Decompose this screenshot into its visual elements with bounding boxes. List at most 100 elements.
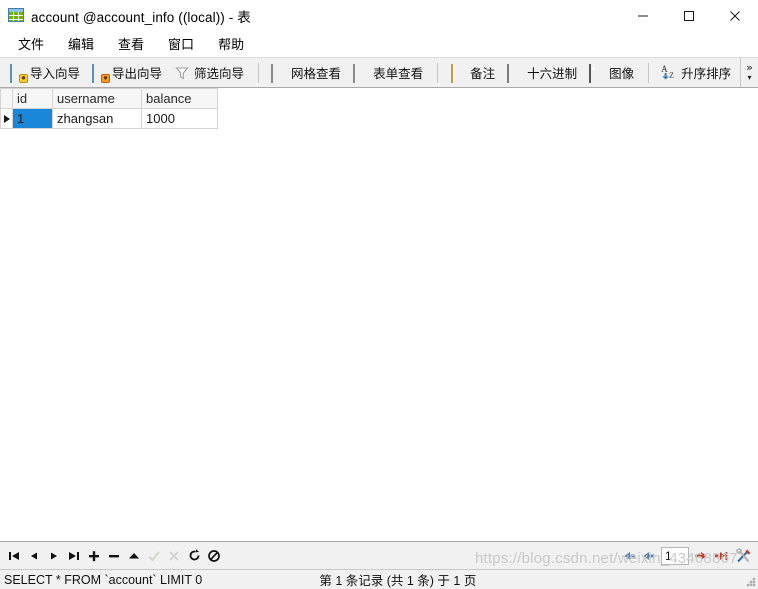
last-record-button[interactable] xyxy=(64,545,84,567)
page-navigation xyxy=(619,542,754,570)
image-icon xyxy=(589,63,605,83)
image-button[interactable]: 图像 xyxy=(584,61,639,85)
grid-corner-header xyxy=(0,88,13,109)
import-wizard-button[interactable]: ● 导入向导 xyxy=(5,61,85,85)
export-wizard-button[interactable]: ● 导出向导 xyxy=(87,61,167,85)
toolbar-separator-2 xyxy=(437,62,439,83)
delete-record-button[interactable] xyxy=(104,545,124,567)
toolbar-overflow-button[interactable]: » ▾ xyxy=(740,58,758,87)
cell-username[interactable]: zhangsan xyxy=(52,108,142,129)
row-indicator-cell xyxy=(0,108,13,129)
image-label: 图像 xyxy=(609,67,635,81)
previous-page-icon xyxy=(641,549,657,563)
maximize-button[interactable] xyxy=(666,0,712,31)
window-controls xyxy=(620,0,758,31)
menu-item-file[interactable]: 文件 xyxy=(6,31,56,56)
grid-view-icon xyxy=(271,63,287,83)
form-view-button[interactable]: 表单查看 xyxy=(348,61,428,85)
menu-bar: 文件 编辑 查看 窗口 帮助 xyxy=(0,31,758,57)
check-icon xyxy=(147,549,161,563)
first-page-button[interactable] xyxy=(619,545,639,567)
window-title: account @account_info ((local)) - 表 xyxy=(31,9,251,25)
refresh-icon xyxy=(187,548,202,563)
triangle-up-icon xyxy=(127,549,141,563)
menu-item-help[interactable]: 帮助 xyxy=(206,31,256,56)
import-wizard-label: 导入向导 xyxy=(30,67,81,81)
confirm-button[interactable] xyxy=(144,545,164,567)
toolbar-separator-3 xyxy=(648,62,650,83)
query-status-text: SELECT * FROM `account` LIMIT 0 xyxy=(4,572,203,587)
close-button[interactable] xyxy=(712,0,758,31)
last-record-icon xyxy=(67,549,81,563)
grid-view-button[interactable]: 网格查看 xyxy=(266,61,346,85)
import-wizard-icon: ● xyxy=(10,63,28,83)
filter-wizard-label: 筛选向导 xyxy=(194,67,245,81)
apply-change-button[interactable] xyxy=(124,545,144,567)
grid-body: 1 zhangsan 1000 xyxy=(0,108,218,129)
stop-button[interactable] xyxy=(204,545,224,567)
record-count-text: 第 1 条记录 (共 1 条) 于 1 页 xyxy=(319,574,477,588)
column-header-id[interactable]: id xyxy=(12,88,53,109)
plus-icon xyxy=(87,549,101,563)
column-header-balance[interactable]: balance xyxy=(141,88,218,109)
menu-item-view[interactable]: 查看 xyxy=(106,31,156,56)
grid-header: id username balance xyxy=(0,88,218,109)
nav-main-window: account @account_info ((local)) - 表 文件 编… xyxy=(0,0,758,589)
data-grid-area[interactable]: id username balance 1 zhangsan 1000 xyxy=(0,88,758,541)
resize-grip[interactable] xyxy=(746,577,756,587)
grid-header-row: id username balance xyxy=(0,88,218,109)
table-row[interactable]: 1 zhangsan 1000 xyxy=(0,108,218,129)
memo-icon xyxy=(450,63,466,83)
hex-button[interactable]: 十六进制 xyxy=(502,61,582,85)
export-wizard-icon: ● xyxy=(92,63,111,83)
sort-ascending-label: 升序排序 xyxy=(681,67,732,81)
sort-ascending-button[interactable]: AZ 升序排序 xyxy=(656,61,736,85)
menu-item-window[interactable]: 窗口 xyxy=(156,31,206,56)
filter-wizard-icon xyxy=(174,65,190,81)
stop-icon xyxy=(207,549,221,563)
status-bar: SELECT * FROM `account` LIMIT 0 第 1 条记录 … xyxy=(0,569,758,589)
row-indicator-icon xyxy=(4,114,10,123)
column-header-username[interactable]: username xyxy=(52,88,142,109)
next-page-button[interactable] xyxy=(691,545,711,567)
last-page-button[interactable] xyxy=(711,545,731,567)
cancel-button[interactable] xyxy=(164,545,184,567)
next-record-button[interactable] xyxy=(44,545,64,567)
minimize-button[interactable] xyxy=(620,0,666,31)
previous-record-icon xyxy=(27,549,41,563)
cell-id[interactable]: 1 xyxy=(12,108,53,129)
chevron-double-right-icon: » xyxy=(746,60,753,74)
table-icon xyxy=(8,7,24,24)
tools-button[interactable] xyxy=(734,546,754,566)
page-number-input[interactable] xyxy=(661,547,689,565)
export-wizard-label: 导出向导 xyxy=(112,67,163,81)
hex-icon xyxy=(507,63,523,83)
form-view-icon xyxy=(353,63,369,83)
next-record-icon xyxy=(47,549,61,563)
refresh-button[interactable] xyxy=(184,545,204,567)
close-icon xyxy=(729,10,741,22)
toolbar-separator-1 xyxy=(258,62,260,83)
title-bar: account @account_info ((local)) - 表 xyxy=(0,0,758,31)
menu-item-edit[interactable]: 编辑 xyxy=(56,31,106,56)
first-record-button[interactable] xyxy=(4,545,24,567)
memo-label: 备注 xyxy=(470,67,496,81)
add-record-button[interactable] xyxy=(84,545,104,567)
maximize-icon xyxy=(683,10,695,22)
data-grid: id username balance 1 zhangsan 1000 xyxy=(0,88,218,129)
next-page-icon xyxy=(693,549,709,563)
first-page-icon xyxy=(621,549,637,563)
minus-icon xyxy=(107,549,121,563)
minimize-icon xyxy=(637,10,649,22)
filter-wizard-button[interactable]: 筛选向导 xyxy=(169,61,249,85)
hex-label: 十六进制 xyxy=(527,67,578,81)
main-toolbar: ● 导入向导 ● 导出向导 筛选向导 网格查看 表单查看 备注 十六进制 图像 … xyxy=(0,57,758,88)
previous-page-button[interactable] xyxy=(639,545,659,567)
previous-record-button[interactable] xyxy=(24,545,44,567)
memo-button[interactable]: 备注 xyxy=(445,61,500,85)
chevron-down-icon: ▾ xyxy=(747,72,752,82)
cross-icon xyxy=(167,549,181,563)
cell-balance[interactable]: 1000 xyxy=(141,108,218,129)
record-navigation-bar xyxy=(0,541,758,569)
tools-icon xyxy=(735,547,753,565)
